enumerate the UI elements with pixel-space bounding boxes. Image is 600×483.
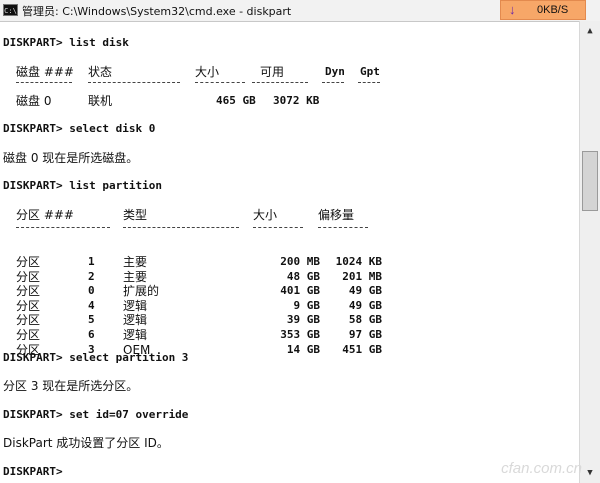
partition-cell-name: 分区 (16, 313, 41, 328)
partition-cell-number: 0 (88, 284, 95, 298)
partition-cell-name: 分区 (16, 284, 41, 299)
disk-header-gpt: Gpt (360, 65, 380, 78)
partition-cell-type: 逻辑 (123, 313, 148, 328)
disk-header-status: 状态 (88, 65, 113, 79)
disk-row-status: 联机 (88, 94, 113, 108)
partition-cell-size: 39 GB (286, 313, 320, 327)
command-line: DISKPART> list disk (3, 36, 129, 49)
part-header-offset: 偏移量 (318, 208, 355, 222)
divider (322, 82, 344, 84)
divider (123, 227, 239, 229)
partition-cell-number: 1 (88, 255, 95, 268)
network-speed-value: 0KB/S (537, 4, 569, 16)
result-message: 分区 3 现在是所选分区。 (3, 379, 139, 393)
partition-cell-number: 2 (88, 269, 95, 283)
partition-cell-name: 分区 (16, 328, 41, 342)
partition-cell-size: 14 GB (286, 342, 320, 356)
partition-cell-name: 分区 (16, 255, 41, 269)
disk-row-free: 3072 KB (273, 94, 320, 107)
divider (16, 82, 72, 84)
partition-cell-offset: 97 GB (348, 328, 382, 341)
disk-header-size: 大小 (195, 65, 220, 79)
command-prompt[interactable]: DISKPART> (3, 464, 63, 480)
disk-row-size: 465 GB (216, 94, 256, 107)
partition-cell-size: 9 GB (293, 298, 321, 312)
window-title: 管理员: C:\Windows\System32\cmd.exe - diskp… (22, 5, 292, 18)
partition-cell-offset: 1024 KB (335, 255, 382, 268)
partition-cell-number: 4 (88, 298, 95, 312)
divider (88, 82, 180, 84)
command-line: DISKPART> list partition (3, 179, 162, 192)
divider (318, 227, 368, 229)
command-line: DISKPART> select disk 0 (3, 122, 156, 135)
result-message: 磁盘 0 现在是所选磁盘。 (3, 151, 139, 165)
divider (253, 227, 303, 229)
scroll-down-icon[interactable]: ▼ (582, 465, 598, 481)
download-arrow-icon: ↓ (509, 2, 516, 17)
partition-cell-offset: 451 GB (342, 342, 382, 356)
divider (195, 82, 245, 84)
partition-cell-name: 分区 (16, 298, 41, 313)
divider (16, 227, 110, 229)
result-message: DiskPart 成功设置了分区 ID。 (3, 436, 169, 450)
partition-cell-type: 逻辑 (123, 328, 148, 342)
console-output[interactable]: DISKPART> list disk 磁盘 ### 状态 大小 可用 Dyn … (0, 21, 578, 483)
partition-cell-offset: 49 GB (348, 298, 382, 312)
partition-cell-number: 6 (88, 328, 95, 341)
disk-row-name: 磁盘 0 (16, 94, 52, 108)
network-speed-widget[interactable]: ↓ 0KB/S (500, 0, 586, 20)
vertical-scrollbar[interactable]: ▲ ▼ (579, 21, 600, 483)
command-line: DISKPART> select partition 3 (3, 351, 189, 364)
partition-cell-type: 扩展的 (123, 284, 160, 299)
part-header-partition: 分区 ### (16, 208, 74, 222)
partition-cell-name: 分区 (16, 269, 41, 284)
partition-cell-number: 5 (88, 313, 95, 327)
partition-cell-offset: 201 MB (342, 269, 382, 283)
command-line: DISKPART> set id=07 override (3, 408, 189, 421)
partition-cell-type: 主要 (123, 255, 148, 269)
divider (358, 82, 380, 84)
divider (252, 82, 308, 84)
partition-cell-size: 200 MB (280, 255, 320, 268)
partition-cell-size: 353 GB (280, 328, 320, 341)
partition-cell-size: 48 GB (286, 269, 320, 283)
part-header-size: 大小 (253, 208, 278, 222)
part-header-type: 类型 (123, 208, 148, 222)
title-bar[interactable]: C:\ 管理员: C:\Windows\System32\cmd.exe - d… (0, 0, 600, 22)
partition-cell-offset: 58 GB (348, 313, 382, 327)
disk-header-dyn: Dyn (325, 65, 345, 78)
disk-header-disk: 磁盘 ### (16, 65, 74, 79)
scroll-up-icon[interactable]: ▲ (582, 23, 598, 39)
partition-cell-offset: 49 GB (348, 284, 382, 298)
partition-cell-type: 主要 (123, 269, 148, 284)
disk-header-free: 可用 (260, 65, 285, 79)
partition-cell-size: 401 GB (280, 284, 320, 298)
watermark-logo: cfan.com.cn (501, 460, 582, 477)
cmd-app-icon: C:\ (3, 4, 18, 16)
scrollbar-thumb[interactable] (582, 151, 598, 211)
partition-cell-type: 逻辑 (123, 298, 148, 313)
